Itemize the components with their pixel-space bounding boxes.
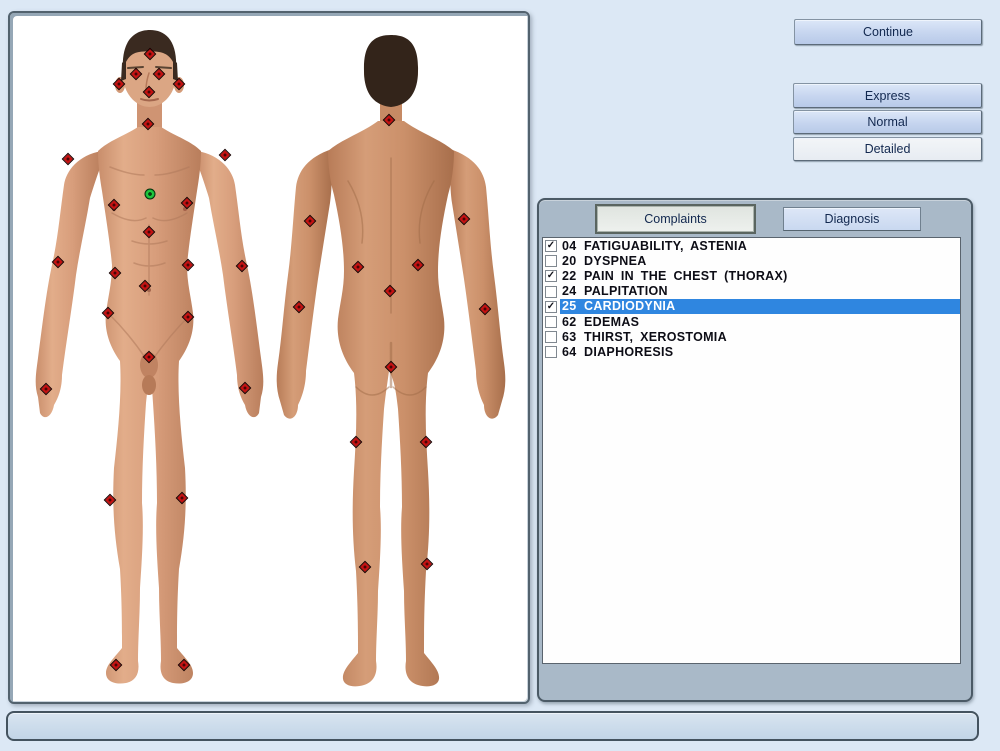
complaint-checkbox[interactable] — [545, 255, 557, 267]
complaint-row[interactable]: 64DIAPHORESIS — [543, 344, 960, 359]
complaint-label: THIRST, XEROSTOMIA — [584, 330, 727, 344]
complaints-listbox[interactable]: ✓04FATIGUABILITY, ASTENIA20DYSPNEA✓22PAI… — [542, 237, 961, 664]
complaint-label: PAIN IN THE CHEST (THORAX) — [584, 269, 788, 283]
express-button[interactable]: Express — [793, 83, 982, 108]
complaint-label: FATIGUABILITY, ASTENIA — [584, 239, 747, 253]
complaint-label: DIAPHORESIS — [584, 345, 673, 359]
complaint-checkbox[interactable]: ✓ — [545, 240, 557, 252]
complaint-code: 24 — [562, 284, 584, 298]
complaint-label: DYSPNEA — [584, 254, 647, 268]
continue-button[interactable]: Continue — [794, 19, 982, 45]
complaint-row[interactable]: 20DYSPNEA — [543, 253, 960, 268]
complaint-checkbox[interactable] — [545, 331, 557, 343]
body-figures-illustration — [10, 13, 528, 702]
complaint-row[interactable]: ✓ 22PAIN IN THE CHEST (THORAX) — [543, 268, 960, 283]
body-point-active[interactable] — [145, 189, 156, 200]
complaint-code: 63 — [562, 330, 584, 344]
detailed-button[interactable]: Detailed — [793, 137, 982, 161]
complaint-checkbox[interactable] — [545, 346, 557, 358]
complaint-row[interactable]: 62EDEMAS — [543, 314, 960, 329]
complaint-checkbox[interactable] — [545, 286, 557, 298]
complaint-code: 22 — [562, 269, 584, 283]
tab-complaints[interactable]: Complaints — [595, 204, 756, 234]
complaint-checkbox[interactable]: ✓ — [545, 270, 557, 282]
complaint-code: 25 — [562, 299, 584, 313]
complaint-code: 62 — [562, 315, 584, 329]
complaint-label: EDEMAS — [584, 315, 639, 329]
normal-button[interactable]: Normal — [793, 110, 982, 134]
complaints-panel: Complaints Diagnosis ✓ 04FATIGUABILITY, A… — [537, 198, 973, 702]
complaint-row[interactable]: ✓ 04FATIGUABILITY, ASTENIA — [543, 238, 960, 253]
complaint-row[interactable]: 24PALPITATION — [543, 284, 960, 299]
complaint-checkbox[interactable] — [545, 316, 557, 328]
complaint-label: PALPITATION — [584, 284, 668, 298]
complaint-row[interactable]: ✓ 25CARDIODYNIA — [543, 299, 960, 314]
complaint-code: 20 — [562, 254, 584, 268]
body-map-panel[interactable] — [8, 11, 530, 704]
complaint-row[interactable]: 63THIRST, XEROSTOMIA — [543, 329, 960, 344]
complaint-label: CARDIODYNIA — [584, 299, 676, 313]
complaint-code: 04 — [562, 239, 584, 253]
complaint-checkbox[interactable]: ✓ — [545, 301, 557, 313]
bottom-status-bar — [6, 711, 979, 741]
complaint-code: 64 — [562, 345, 584, 359]
tab-diagnosis[interactable]: Diagnosis — [783, 207, 921, 231]
